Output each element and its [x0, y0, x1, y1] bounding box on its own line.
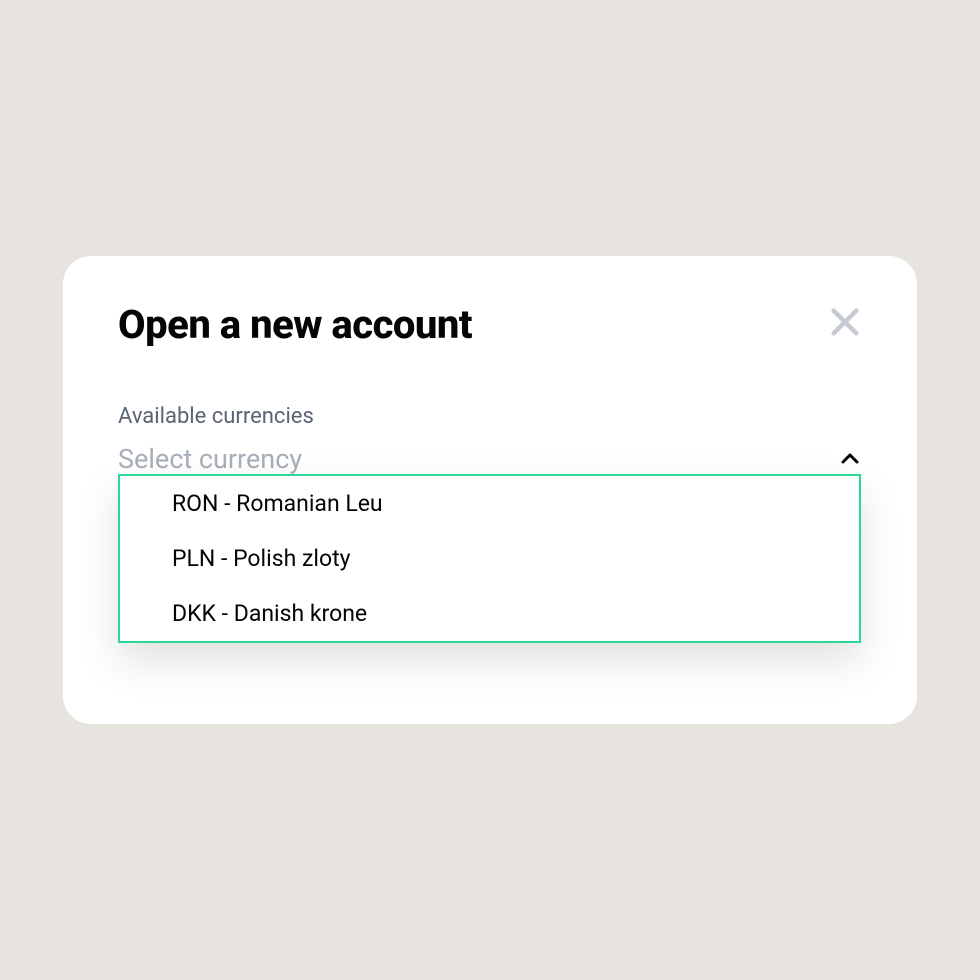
modal-header: Open a new account [118, 301, 862, 348]
close-icon [828, 305, 862, 339]
modal-title: Open a new account [118, 301, 472, 348]
currency-dropdown: RON - Romanian Leu PLN - Polish zloty DK… [118, 474, 861, 643]
currency-option-pln[interactable]: PLN - Polish zloty [120, 531, 859, 586]
close-button[interactable] [828, 305, 862, 339]
currency-option-ron[interactable]: RON - Romanian Leu [120, 476, 859, 531]
currency-select-placeholder: Select currency [118, 443, 302, 475]
currency-select[interactable]: Select currency [118, 443, 862, 475]
chevron-up-icon [838, 447, 862, 471]
currency-option-dkk[interactable]: DKK - Danish krone [120, 586, 859, 641]
currency-field-label: Available currencies [118, 404, 862, 429]
currency-field: Available currencies Select currency [118, 404, 862, 475]
